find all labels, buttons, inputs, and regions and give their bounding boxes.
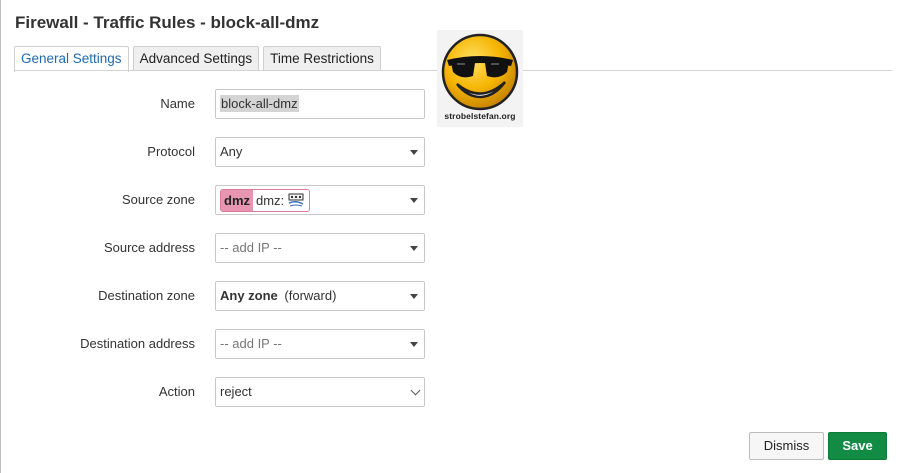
action-row: Action reject bbox=[0, 377, 430, 407]
source-address-placeholder: -- add IP -- bbox=[220, 240, 282, 255]
logo-caption: strobelstefan.org bbox=[444, 111, 516, 121]
modal-title: Firewall - Traffic Rules - block-all-dmz bbox=[15, 13, 320, 32]
destination-zone-suffix: (forward) bbox=[284, 288, 337, 303]
destination-address-label: Destination address bbox=[80, 336, 195, 351]
source-zone-select[interactable]: dmz dmz: bbox=[215, 185, 425, 215]
action-label: Action bbox=[158, 384, 195, 399]
destination-address-placeholder: -- add IP -- bbox=[220, 336, 282, 351]
network-icon bbox=[287, 193, 305, 208]
save-button[interactable]: Save bbox=[828, 432, 887, 460]
source-address-select[interactable]: -- add IP -- bbox=[215, 233, 425, 263]
name-value: block-all-dmz bbox=[220, 95, 299, 112]
caret-down-icon bbox=[410, 294, 418, 299]
tab-bar: General Settings Advanced Settings Time … bbox=[14, 46, 385, 72]
protocol-value: Any bbox=[220, 144, 243, 159]
site-logo: strobelstefan.org bbox=[437, 30, 523, 127]
name-label: Name bbox=[160, 96, 195, 111]
source-zone-label: Source zone bbox=[122, 192, 195, 207]
zone-networks-label: dmz: bbox=[256, 193, 285, 208]
destination-address-row: Destination address -- add IP -- bbox=[0, 329, 430, 359]
tab-advanced-settings[interactable]: Advanced Settings bbox=[132, 46, 260, 71]
action-select[interactable]: reject bbox=[215, 377, 425, 407]
dismiss-button[interactable]: Dismiss bbox=[749, 432, 824, 460]
destination-zone-label: Destination zone bbox=[98, 288, 195, 303]
destination-zone-select[interactable]: Any zone (forward) bbox=[215, 281, 425, 311]
source-address-label: Source address bbox=[103, 240, 195, 255]
name-row: Name block-all-dmz bbox=[0, 89, 430, 119]
destination-zone-value: Any zone bbox=[220, 288, 278, 303]
zone-badge-dmz: dmz dmz: bbox=[220, 189, 311, 212]
protocol-label: Protocol bbox=[147, 144, 195, 159]
caret-down-icon bbox=[410, 150, 418, 155]
destination-address-select[interactable]: -- add IP -- bbox=[215, 329, 425, 359]
zone-name: dmz bbox=[221, 190, 253, 211]
source-address-row: Source address -- add IP -- bbox=[0, 233, 430, 263]
caret-down-icon bbox=[410, 342, 418, 347]
protocol-select[interactable]: Any bbox=[215, 137, 425, 167]
caret-down-icon bbox=[410, 198, 418, 203]
tab-general-settings[interactable]: General Settings bbox=[14, 46, 129, 72]
sunglasses-smiley-icon bbox=[441, 33, 519, 111]
action-value: reject bbox=[220, 384, 252, 399]
caret-down-icon bbox=[410, 246, 418, 251]
protocol-row: Protocol Any bbox=[0, 137, 430, 167]
destination-zone-row: Destination zone Any zone (forward) bbox=[0, 281, 430, 311]
source-zone-row: Source zone dmz dmz: bbox=[0, 185, 430, 215]
tab-time-restrictions[interactable]: Time Restrictions bbox=[263, 46, 381, 71]
name-input[interactable]: block-all-dmz bbox=[215, 89, 425, 119]
chevron-down-icon bbox=[410, 385, 421, 396]
zone-networks: dmz: bbox=[253, 190, 310, 211]
